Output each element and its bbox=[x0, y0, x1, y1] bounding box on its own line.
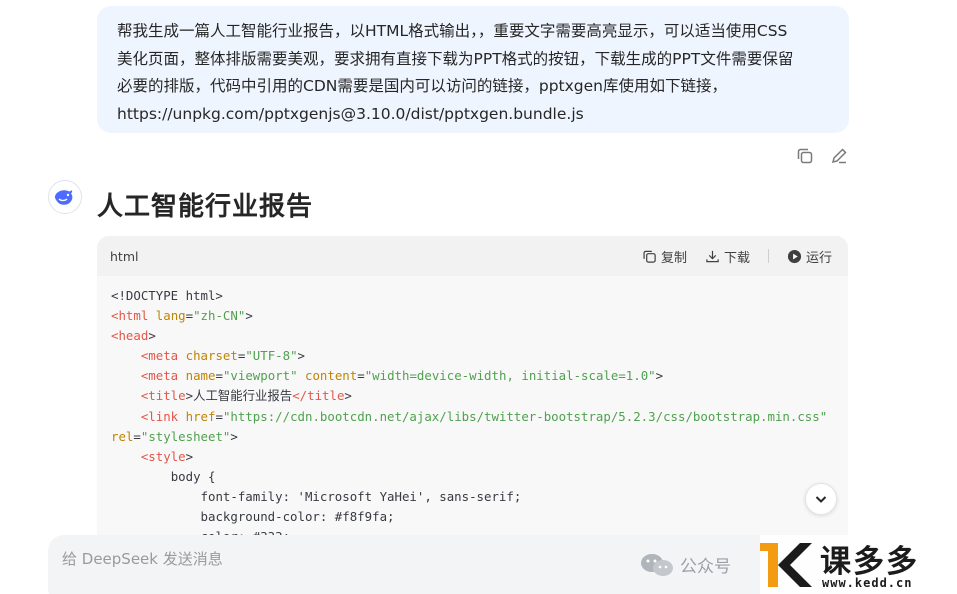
code-line: <html lang="zh-CN"> bbox=[111, 308, 253, 324]
reply-title: 人工智能行业报告 bbox=[97, 192, 314, 222]
run-code-label: 运行 bbox=[805, 250, 832, 266]
assistant-avatar bbox=[48, 180, 82, 214]
copy-code-button[interactable]: 复制 bbox=[642, 247, 687, 266]
code-line: <title>人工智能行业报告</title> bbox=[140, 388, 352, 404]
code-language-label: html bbox=[110, 248, 139, 264]
code-toolbar: 复制 下载 运行 bbox=[624, 247, 832, 266]
code-line: <style> bbox=[140, 448, 194, 464]
copy-message-button[interactable] bbox=[795, 146, 815, 166]
brand-logo-icon bbox=[760, 543, 812, 587]
code-line: <meta name="viewport" content="width=dev… bbox=[140, 368, 664, 384]
code-line: <head> bbox=[111, 328, 156, 344]
wechat-watermark-text: 公众号 bbox=[680, 557, 731, 577]
code-line: <meta charset="UTF-8"> bbox=[140, 348, 305, 364]
message-actions bbox=[795, 146, 849, 166]
copy-icon bbox=[643, 250, 656, 263]
run-code-button[interactable]: 运行 bbox=[787, 247, 832, 266]
code-content: <!DOCTYPE html> <html lang="zh-CN"> <head>… bbox=[97, 276, 848, 556]
scroll-to-bottom-button[interactable] bbox=[805, 483, 837, 515]
brand-url: www.kedd.cn bbox=[822, 576, 913, 590]
chevron-down-icon bbox=[815, 496, 827, 503]
code-block: html 复制 下载 运行 <!DOCTYPE html> <html lang… bbox=[97, 236, 848, 556]
deepseek-whale-icon bbox=[54, 190, 73, 205]
copy-code-label: 复制 bbox=[660, 250, 687, 266]
code-line: font-family: 'Microsoft YaHei', sans-ser… bbox=[200, 488, 522, 504]
code-line: body { bbox=[170, 468, 216, 484]
code-line: <!DOCTYPE html> bbox=[111, 288, 223, 303]
watermark: 公众号 课多多 www.kedd.cn bbox=[640, 535, 957, 594]
play-icon bbox=[787, 249, 802, 263]
toolbar-divider bbox=[767, 249, 769, 263]
user-message-line: https://unpkg.com/pptxgenjs@3.10.0/dist/… bbox=[117, 104, 584, 123]
brand-name: 课多多 bbox=[820, 544, 919, 580]
wechat-watermark: 公众号 bbox=[640, 552, 731, 578]
download-code-button[interactable]: 下载 bbox=[705, 247, 750, 266]
user-message-line: 必要的排版，代码中引用的CDN需要是国内可以访问的链接，pptxgen库使用如下… bbox=[117, 77, 727, 95]
user-message-line: 帮我生成一篇人工智能行业报告，以HTML格式输出，，重要文字需要高亮显示，可以适… bbox=[117, 22, 788, 40]
code-line: background-color: #f8f9fa; bbox=[200, 509, 395, 525]
wechat-icon bbox=[641, 553, 673, 576]
message-input[interactable] bbox=[62, 550, 622, 568]
user-message-bubble: 帮我生成一篇人工智能行业报告，以HTML格式输出，，重要文字需要高亮显示，可以适… bbox=[97, 6, 849, 133]
download-code-label: 下载 bbox=[723, 250, 750, 266]
download-icon bbox=[706, 250, 719, 262]
code-block-header: html 复制 下载 运行 bbox=[97, 236, 848, 276]
edit-message-button[interactable] bbox=[829, 146, 849, 166]
user-message-line: 美化页面，整体排版需要美观，要求拥有直接下载为PPT格式的按钮，下载生成的PPT… bbox=[117, 49, 794, 68]
brand-watermark: 课多多 www.kedd.cn bbox=[760, 535, 957, 594]
code-line: rel="stylesheet"> bbox=[111, 428, 238, 444]
code-line: <link href="https://cdn.bootcdn.net/ajax… bbox=[140, 408, 828, 424]
copy-icon bbox=[797, 148, 813, 164]
pencil-icon bbox=[831, 148, 847, 164]
